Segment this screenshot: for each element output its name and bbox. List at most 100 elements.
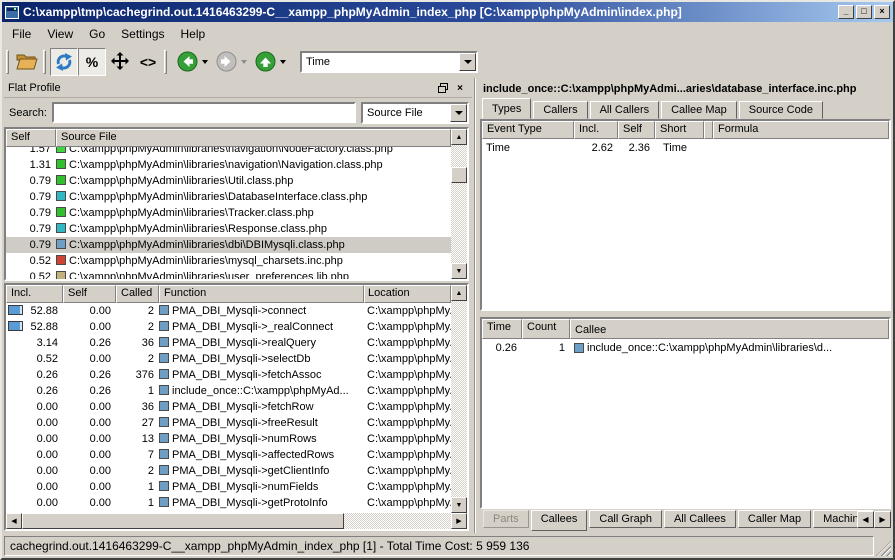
group-by-combobox[interactable]: Source File <box>361 102 469 124</box>
scroll-up-button[interactable]: ▲ <box>451 285 467 301</box>
tab-call-graph[interactable]: Call Graph <box>589 510 662 528</box>
panel-splitter[interactable] <box>472 78 480 533</box>
menu-settings[interactable]: Settings <box>113 24 172 44</box>
column-header-called[interactable]: Called <box>116 285 159 303</box>
scroll-track[interactable] <box>344 513 451 529</box>
file-row[interactable]: 0.79 C:\xampp\phpMyAdmin\libraries\Respo… <box>6 221 451 237</box>
file-row[interactable]: 0.79 C:\xampp\phpMyAdmin\libraries\Util.… <box>6 173 451 189</box>
column-header-event-type[interactable]: Event Type <box>482 121 574 139</box>
scroll-down-button[interactable]: ▼ <box>451 263 467 279</box>
event-type-combobox[interactable]: Time <box>300 51 478 73</box>
scroll-track[interactable] <box>451 183 467 263</box>
scroll-track[interactable] <box>451 301 467 497</box>
called-value: 27 <box>116 415 159 431</box>
function-row[interactable]: 0.00 0.00 36 PMA_DBI_Mysqli->fetchRow C:… <box>6 399 451 415</box>
menu-help[interactable]: Help <box>173 24 214 44</box>
tab-caller-map[interactable]: Caller Map <box>738 510 811 528</box>
column-header-incl[interactable]: Incl. <box>574 121 618 139</box>
column-header-time[interactable]: Time <box>482 319 522 339</box>
tab-callers[interactable]: Callers <box>533 101 587 119</box>
toolbar-grip[interactable] <box>6 50 9 74</box>
function-row[interactable]: 0.00 0.00 1 PMA_DBI_Mysqli->numFields C:… <box>6 479 451 495</box>
function-row[interactable]: 52.88 0.00 2 PMA_DBI_Mysqli->_realConnec… <box>6 319 451 335</box>
up-button[interactable] <box>251 48 279 76</box>
column-header-self[interactable]: Self <box>6 129 56 147</box>
function-row[interactable]: 52.88 0.00 2 PMA_DBI_Mysqli->connect C:\… <box>6 303 451 319</box>
toolbar-grip[interactable] <box>43 50 46 74</box>
callee-row[interactable]: 0.26 1 include_once::C:\xampp\phpMyAdmin… <box>482 339 889 357</box>
toolbar-grip[interactable] <box>164 50 167 74</box>
tab-scroll-left-button[interactable]: ◀ <box>857 511 874 528</box>
function-row[interactable]: 0.00 0.00 27 PMA_DBI_Mysqli->freeResult … <box>6 415 451 431</box>
syscall-hide-button[interactable]: <> <box>134 48 162 76</box>
search-input[interactable] <box>52 102 356 123</box>
menu-go[interactable]: Go <box>81 24 113 44</box>
function-row[interactable]: 3.14 0.26 36 PMA_DBI_Mysqli->realQuery C… <box>6 335 451 351</box>
column-header-incl[interactable]: Incl. <box>6 285 63 303</box>
file-row-selected[interactable]: 0.79 C:\xampp\phpMyAdmin\libraries\dbi\D… <box>6 237 451 253</box>
file-row[interactable]: 0.79 C:\xampp\phpMyAdmin\libraries\Datab… <box>6 189 451 205</box>
column-header-formula[interactable]: Formula <box>713 121 889 139</box>
function-row[interactable]: 0.52 0.00 2 PMA_DBI_Mysqli->selectDb C:\… <box>6 351 451 367</box>
resize-grip-icon[interactable] <box>876 541 891 556</box>
back-dropdown[interactable] <box>202 60 208 67</box>
scroll-down-button[interactable]: ▼ <box>451 497 467 513</box>
maximize-button[interactable]: □ <box>856 5 872 19</box>
dock-float-button[interactable] <box>436 82 450 95</box>
scroll-right-button[interactable]: ▶ <box>451 513 467 529</box>
up-dropdown[interactable] <box>280 60 286 67</box>
called-value: 2 <box>116 303 159 319</box>
back-button[interactable] <box>173 48 201 76</box>
column-header-spacer[interactable] <box>704 121 713 139</box>
function-table-hscrollbar[interactable]: ◀ ▶ <box>6 513 467 529</box>
file-list-vscrollbar[interactable]: ▲ ▼ <box>451 129 467 279</box>
file-row[interactable]: 0.52 C:\xampp\phpMyAdmin\libraries\mysql… <box>6 253 451 269</box>
dock-close-button[interactable]: × <box>453 82 467 95</box>
column-header-function[interactable]: Function <box>159 285 364 303</box>
function-row[interactable]: 0.00 0.00 2 PMA_DBI_Mysqli->getClientInf… <box>6 463 451 479</box>
column-header-location[interactable]: Location <box>364 285 451 303</box>
function-name: PMA_DBI_Mysqli->freeResult <box>159 415 364 431</box>
cycle-detection-button[interactable] <box>50 48 78 76</box>
tab-all-callers[interactable]: All Callers <box>590 101 660 119</box>
menu-file[interactable]: File <box>4 24 39 44</box>
tab-callee-map[interactable]: Callee Map <box>661 101 737 119</box>
relative-percent-button[interactable]: % <box>78 48 106 76</box>
function-row[interactable]: 0.26 0.26 1 include_once::C:\xampp\phpMy… <box>6 383 451 399</box>
scroll-up-button[interactable]: ▲ <box>451 129 467 145</box>
function-table-vscrollbar[interactable]: ▲ ▼ <box>451 285 467 513</box>
forward-dropdown[interactable] <box>241 60 247 67</box>
column-header-callee[interactable]: Callee <box>570 319 889 339</box>
file-row[interactable]: 1.31 C:\xampp\phpMyAdmin\libraries\navig… <box>6 157 451 173</box>
column-header-short[interactable]: Short <box>655 121 704 139</box>
tab-scroll-right-button[interactable]: ▶ <box>874 511 891 528</box>
column-header-self[interactable]: Self <box>63 285 116 303</box>
tab-all-callees[interactable]: All Callees <box>664 510 736 528</box>
open-file-button[interactable] <box>13 48 41 76</box>
menu-view[interactable]: View <box>39 24 81 44</box>
forward-button[interactable] <box>212 48 240 76</box>
scroll-left-button[interactable]: ◀ <box>6 513 22 529</box>
combobox-arrow-button[interactable] <box>459 53 476 71</box>
tab-types[interactable]: Types <box>482 98 531 119</box>
tab-source-code[interactable]: Source Code <box>739 101 823 119</box>
column-header-count[interactable]: Count <box>522 319 570 339</box>
column-header-source-file[interactable]: Source File <box>56 129 451 147</box>
scroll-thumb[interactable] <box>22 513 344 529</box>
titlebar: C:\xampp\tmp\cachegrind.out.1416463299-C… <box>2 2 893 22</box>
file-row[interactable]: 0.52 C:\xampp\phpMyAdmin\libraries\user_… <box>6 269 451 279</box>
function-row[interactable]: 0.00 0.00 13 PMA_DBI_Mysqli->numRows C:\… <box>6 431 451 447</box>
scroll-thumb[interactable] <box>451 167 467 183</box>
file-row[interactable]: 1.57 C:\xampp\phpMyAdmin\libraries\navig… <box>6 147 451 157</box>
expand-areas-button[interactable] <box>106 48 134 76</box>
file-row[interactable]: 0.79 C:\xampp\phpMyAdmin\libraries\Track… <box>6 205 451 221</box>
minimize-button[interactable]: _ <box>838 5 854 19</box>
function-row[interactable]: 0.26 0.26 376 PMA_DBI_Mysqli->fetchAssoc… <box>6 367 451 383</box>
column-header-self[interactable]: Self <box>618 121 655 139</box>
tab-callees[interactable]: Callees <box>531 510 588 531</box>
function-row[interactable]: 0.00 0.00 7 PMA_DBI_Mysqli->affectedRows… <box>6 447 451 463</box>
function-row[interactable]: 0.00 0.00 1 PMA_DBI_Mysqli->getProtoInfo… <box>6 495 451 511</box>
close-button[interactable]: × <box>874 5 890 19</box>
event-type-row[interactable]: Time 2.62 2.36 Time <box>482 139 889 157</box>
combobox-arrow-button[interactable] <box>450 104 467 122</box>
